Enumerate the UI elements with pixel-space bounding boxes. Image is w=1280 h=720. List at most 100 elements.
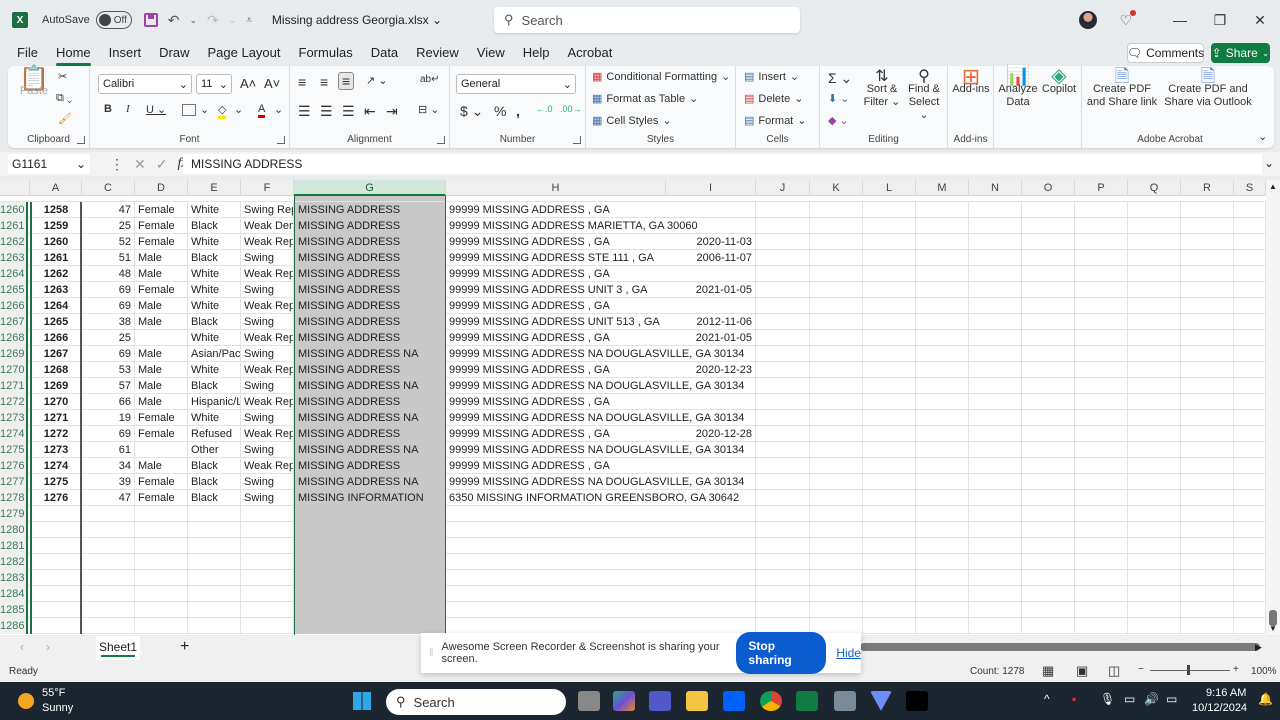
align-left-icon[interactable]: ☰: [298, 103, 311, 120]
cell-r[interactable]: [1181, 346, 1234, 362]
row-header[interactable]: 1274: [0, 426, 28, 442]
cell-h[interactable]: 99999 MISSING ADDRESS UNIT 513 , GA: [446, 314, 666, 330]
cell-o[interactable]: [1022, 250, 1075, 266]
cell-g[interactable]: MISSING ADDRESS: [295, 426, 445, 442]
cell-m[interactable]: [916, 618, 969, 634]
cell-c[interactable]: 69: [82, 426, 135, 442]
cell-k[interactable]: [810, 298, 863, 314]
start-button[interactable]: [353, 692, 371, 710]
cell-q[interactable]: [1128, 538, 1181, 554]
cell-e[interactable]: [188, 618, 241, 634]
column-header-f[interactable]: F: [241, 180, 294, 196]
cell-m[interactable]: [916, 234, 969, 250]
cell-a[interactable]: [30, 618, 82, 634]
cell-l[interactable]: [863, 362, 916, 378]
calculator-icon[interactable]: [834, 691, 856, 711]
cell-h[interactable]: 99999 MISSING ADDRESS , GA: [446, 266, 666, 282]
cell-m[interactable]: [916, 202, 969, 218]
search-box[interactable]: ⚲ Search: [494, 7, 800, 33]
cancel-icon[interactable]: ✕: [134, 156, 146, 173]
cell-r[interactable]: [1181, 506, 1234, 522]
cell-j[interactable]: [756, 330, 810, 346]
row-header[interactable]: 1266: [0, 298, 28, 314]
tab-file[interactable]: File: [8, 42, 47, 64]
cell-o[interactable]: [1022, 378, 1075, 394]
cell-p[interactable]: [1075, 234, 1128, 250]
cell-f[interactable]: Weak Rep: [241, 394, 294, 410]
cell-a[interactable]: 1270: [30, 394, 82, 410]
cell-q[interactable]: [1128, 250, 1181, 266]
cell-d[interactable]: Male: [135, 250, 188, 266]
cell-p[interactable]: [1075, 506, 1128, 522]
cell-e[interactable]: White: [188, 202, 241, 218]
cell-g[interactable]: MISSING ADDRESS: [295, 234, 445, 250]
cell-e[interactable]: Other: [188, 442, 241, 458]
cell-c[interactable]: 25: [82, 218, 135, 234]
cell-a[interactable]: 1276: [30, 490, 82, 506]
row-header[interactable]: 1286: [0, 618, 28, 634]
battery-icon[interactable]: ▭: [1166, 692, 1177, 706]
cell-m[interactable]: [916, 346, 969, 362]
cell-i[interactable]: [666, 618, 756, 634]
cell-i[interactable]: 2021-01-05: [666, 282, 756, 298]
cell-j[interactable]: [756, 282, 810, 298]
cell-j[interactable]: [756, 490, 810, 506]
cell-m[interactable]: [916, 314, 969, 330]
cell-i[interactable]: [666, 506, 756, 522]
cell-p[interactable]: [1075, 554, 1128, 570]
cell-e[interactable]: Black: [188, 218, 241, 234]
cell-a[interactable]: 1273: [30, 442, 82, 458]
tab-acrobat[interactable]: Acrobat: [559, 42, 622, 64]
cell-e[interactable]: [188, 570, 241, 586]
tab-page-layout[interactable]: Page Layout: [199, 42, 290, 64]
vertical-scrollbar[interactable]: ▲ ▼: [1266, 180, 1280, 635]
cell-r[interactable]: [1181, 554, 1234, 570]
cell-q[interactable]: [1128, 570, 1181, 586]
merge-center-icon[interactable]: ⊟ ⌄: [418, 103, 440, 116]
cell-f[interactable]: Swing: [241, 314, 294, 330]
cell-r[interactable]: [1181, 282, 1234, 298]
cell-e[interactable]: Black: [188, 314, 241, 330]
row-header[interactable]: 1270: [0, 362, 28, 378]
horizontal-scrollbar[interactable]: [860, 643, 1260, 651]
cell-c[interactable]: [82, 570, 135, 586]
tab-draw[interactable]: Draw: [150, 42, 198, 64]
delete-cells-button[interactable]: ▤ Delete ⌄: [744, 92, 803, 106]
cell-r[interactable]: [1181, 474, 1234, 490]
cell-k[interactable]: [810, 394, 863, 410]
cell-p[interactable]: [1075, 586, 1128, 602]
cell-r[interactable]: [1181, 586, 1234, 602]
cell-i[interactable]: [666, 266, 756, 282]
cell-d[interactable]: Female: [135, 234, 188, 250]
cell-g[interactable]: MISSING ADDRESS: [295, 298, 445, 314]
cell-f[interactable]: Weak Rep: [241, 362, 294, 378]
cell-s[interactable]: [1234, 426, 1266, 442]
cell-p[interactable]: [1075, 442, 1128, 458]
cell-n[interactable]: [969, 506, 1022, 522]
cell-i[interactable]: [666, 586, 756, 602]
cell-m[interactable]: [916, 522, 969, 538]
cell-e[interactable]: Black: [188, 250, 241, 266]
row-header[interactable]: 1260: [0, 202, 28, 218]
cell-g[interactable]: [295, 538, 445, 554]
cell-s[interactable]: [1234, 394, 1266, 410]
cell-r[interactable]: [1181, 250, 1234, 266]
cell-o[interactable]: [1022, 282, 1075, 298]
dialog-launcher-icon[interactable]: [437, 136, 445, 144]
cell-g[interactable]: MISSING ADDRESS: [295, 202, 445, 218]
cell-c[interactable]: 66: [82, 394, 135, 410]
tab-home[interactable]: Home: [47, 42, 100, 66]
cell-e[interactable]: Asian/Paci: [188, 346, 241, 362]
cell-l[interactable]: [863, 410, 916, 426]
cell-j[interactable]: [756, 506, 810, 522]
cell-s[interactable]: [1234, 250, 1266, 266]
chevron-down-icon[interactable]: ⌄: [274, 103, 283, 116]
cell-l[interactable]: [863, 346, 916, 362]
cell-o[interactable]: [1022, 234, 1075, 250]
cell-j[interactable]: [756, 250, 810, 266]
zoom-in-icon[interactable]: +: [1233, 664, 1239, 675]
cell-h[interactable]: 99999 MISSING ADDRESS NA DOUGLASVILLE, G…: [446, 346, 744, 362]
cell-a[interactable]: [30, 602, 82, 618]
cell-h[interactable]: [446, 554, 666, 570]
cell-q[interactable]: [1128, 234, 1181, 250]
